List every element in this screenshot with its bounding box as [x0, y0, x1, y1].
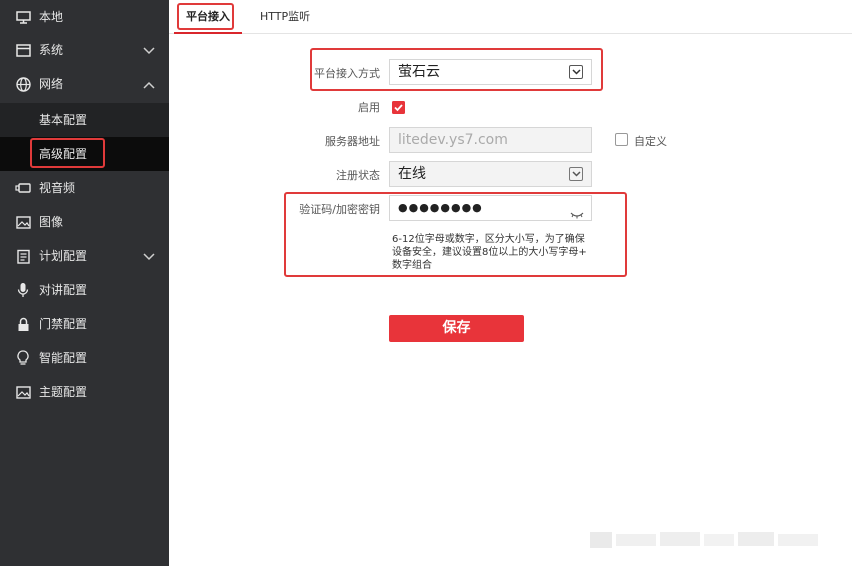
tab-http-listen[interactable]: HTTP监听 [260, 0, 310, 33]
sidebar-item-image[interactable]: 图像 [0, 205, 169, 239]
custom-label: 自定义 [634, 135, 667, 148]
sidebar-item-label: 智能配置 [39, 351, 88, 365]
schedule-icon [15, 248, 31, 264]
sidebar-item-smart-config[interactable]: 智能配置 [0, 341, 169, 375]
custom-checkbox[interactable] [615, 133, 628, 146]
sidebar-item-label: 基本配置 [39, 113, 88, 127]
sidebar-item-network[interactable]: 网络 [0, 67, 169, 101]
tab-bar: 平台接入 HTTP监听 [169, 0, 852, 34]
sidebar-item-label: 高级配置 [39, 147, 88, 161]
sidebar-item-label: 主题配置 [39, 385, 88, 399]
sidebar-item-label: 本地 [39, 10, 64, 24]
system-icon [15, 42, 31, 58]
server-address-value: litedev.ys7.com [398, 132, 508, 148]
sidebar-item-local[interactable]: 本地 [0, 0, 169, 34]
password-hint-line-2: 设备安全，建议设置8位以上的大小写字母+ [392, 247, 587, 258]
register-status-label: 注册状态 [336, 169, 380, 182]
enable-checkbox[interactable] [392, 99, 405, 114]
camera-icon [15, 180, 31, 196]
sidebar-item-intercom[interactable]: 对讲配置 [0, 273, 169, 307]
sidebar-item-advanced-config[interactable]: 高级配置 [0, 137, 169, 171]
password-hint-line-1: 6-12位字母或数字，区分大小写，为了确保 [392, 234, 585, 245]
server-address-input[interactable]: litedev.ys7.com [389, 127, 592, 153]
access-mode-value: 萤石云 [398, 64, 440, 80]
sidebar-item-system[interactable]: 系统 [0, 33, 169, 67]
verification-key-label: 验证码/加密密钥 [299, 203, 380, 216]
chevron-down-icon [143, 44, 157, 56]
sidebar-item-basic-config[interactable]: 基本配置 [0, 103, 169, 137]
access-mode-label: 平台接入方式 [314, 67, 380, 80]
sidebar: 本地 系统 网络 基本配置 高级配置 视音频 图像 计划配置 对讲配置 门禁配置… [0, 0, 169, 566]
chevron-down-icon [569, 167, 583, 181]
save-button[interactable]: 保存 [389, 315, 524, 342]
tab-platform-access[interactable]: 平台接入 [174, 0, 242, 34]
globe-icon [15, 76, 31, 92]
sidebar-item-label: 系统 [39, 43, 64, 57]
monitor-icon [15, 9, 31, 25]
chevron-up-icon [143, 78, 157, 90]
image-icon [15, 214, 31, 230]
register-status-value: 在线 [398, 166, 426, 182]
sidebar-item-label: 视音频 [39, 181, 76, 195]
verification-key-value: ●●●●●●●● [398, 201, 483, 214]
chevron-down-icon [569, 65, 583, 79]
password-hint-line-3: 数字组合 [392, 260, 432, 271]
watermark [590, 532, 818, 548]
server-address-label: 服务器地址 [325, 135, 380, 148]
sidebar-item-theme-config[interactable]: 主题配置 [0, 375, 169, 409]
lock-icon [15, 316, 31, 332]
sidebar-item-schedule[interactable]: 计划配置 [0, 239, 169, 273]
sidebar-item-label: 图像 [39, 215, 64, 229]
sidebar-item-label: 网络 [39, 77, 64, 91]
enable-label: 启用 [358, 101, 380, 114]
verification-key-input[interactable]: ●●●●●●●● [389, 195, 592, 221]
sidebar-item-label: 对讲配置 [39, 283, 88, 297]
chevron-down-icon [143, 250, 157, 262]
theme-icon [15, 384, 31, 400]
eye-closed-icon[interactable] [570, 204, 584, 228]
sidebar-item-label: 门禁配置 [39, 317, 88, 331]
microphone-icon [15, 282, 31, 298]
register-status-select[interactable]: 在线 [389, 161, 592, 187]
bulb-icon [15, 350, 31, 366]
sidebar-item-access-control[interactable]: 门禁配置 [0, 307, 169, 341]
sidebar-item-label: 计划配置 [39, 249, 88, 263]
sidebar-item-video-audio[interactable]: 视音频 [0, 171, 169, 205]
access-mode-select[interactable]: 萤石云 [389, 59, 592, 85]
